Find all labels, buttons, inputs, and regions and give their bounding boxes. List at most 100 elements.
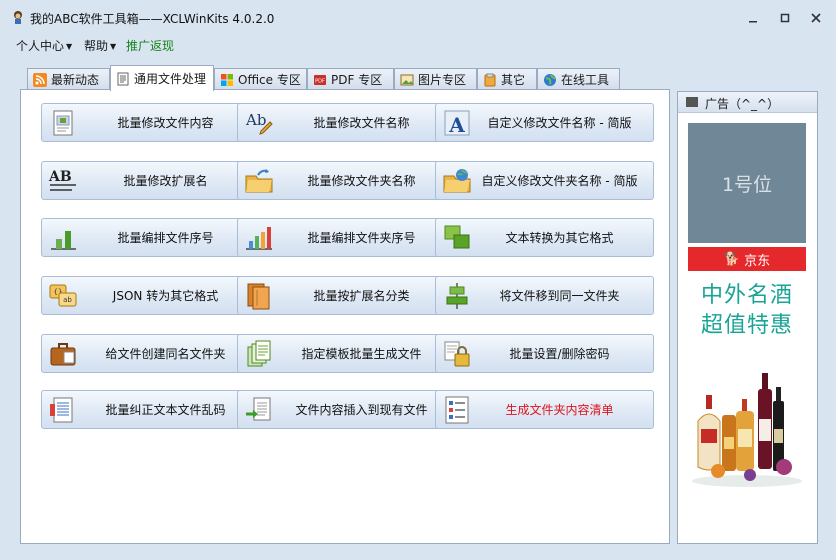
menu-personal-center[interactable]: 个人中心 ▼ (16, 37, 72, 54)
tab-label: PDF 专区 (331, 73, 383, 87)
rename-pencil-icon: Ab (245, 111, 273, 135)
button-label: 批量修改扩展名 (123, 174, 208, 188)
picture-icon (400, 74, 414, 85)
ad-slot-1-label: 1号位 (721, 173, 773, 196)
bar-green-icon (51, 231, 76, 250)
json-convert-icon: {}ab (49, 284, 77, 307)
svg-text:ab: ab (63, 296, 72, 304)
wine-bottles-image (692, 373, 802, 487)
lock-icon (444, 341, 470, 367)
menu-referral[interactable]: 推广返现 (126, 37, 174, 54)
ad-slogan: 中外名酒 超值特惠 (688, 281, 806, 341)
jd-brand-label: 京东 (744, 253, 771, 269)
ad-slogan-line1: 中外名酒 (700, 283, 793, 308)
menu-help-label: 帮助 (84, 39, 109, 53)
other-icon (484, 73, 496, 86)
custom-rename-files-button[interactable]: A 自定义修改文件名称 - 简版 (435, 103, 654, 142)
tab-online-tools[interactable]: 在线工具 (537, 68, 620, 90)
batch-number-files-button[interactable]: 批量编排文件序号 (41, 218, 260, 257)
document-icon (117, 72, 129, 85)
insert-file-icon (246, 397, 271, 421)
jd-brand-bar: 🐕 京东 (688, 247, 806, 271)
menu-help[interactable]: 帮助 ▼ (84, 37, 116, 54)
minimize-icon (749, 21, 757, 23)
bar-color-icon (246, 227, 272, 250)
button-label: 批量修改文件名称 (313, 116, 410, 130)
batch-number-folders-button[interactable]: 批量编排文件夹序号 (237, 218, 456, 257)
batch-change-extension-button[interactable]: AB 批量修改扩展名 (41, 161, 260, 200)
ab-text-icon: AB (48, 169, 76, 191)
tab-other[interactable]: 其它 (477, 68, 537, 90)
button-label: 自定义修改文件夹名称 - 简版 (481, 174, 638, 188)
batch-password-button[interactable]: 批量设置/删除密码 (435, 334, 654, 373)
minimize-button[interactable] (745, 10, 761, 26)
button-label: 指定模板批量生成文件 (301, 347, 422, 361)
custom-rename-folders-button[interactable]: 自定义修改文件夹名称 - 简版 (435, 161, 654, 200)
button-label: 批量修改文件夹名称 (307, 174, 416, 188)
maximize-button[interactable] (777, 10, 793, 26)
briefcase-icon (50, 343, 76, 366)
batch-rename-folders-button[interactable]: 批量修改文件夹名称 (237, 161, 456, 200)
insert-content-file-button[interactable]: 文件内容插入到现有文件 (237, 390, 456, 429)
text-fix-icon (50, 397, 73, 423)
button-label: 批量按扩展名分类 (313, 289, 410, 303)
chevron-down-icon: ▼ (110, 42, 117, 51)
ad-slogan-line2: 超值特惠 (700, 313, 793, 338)
template-generate-files-button[interactable]: 指定模板批量生成文件 (237, 334, 456, 373)
create-same-name-folder-button[interactable]: 给文件创建同名文件夹 (41, 334, 260, 373)
ad-panel: 广告（^_^） 1号位 🐕 京东 中外名酒 超值特惠 (677, 91, 818, 544)
title-bar: 我的ABC软件工具箱——XCLWinKits 4.0.2.0 (0, 0, 836, 34)
tab-pictures[interactable]: 图片专区 (394, 68, 477, 90)
text-convert-button[interactable]: 文本转换为其它格式 (435, 218, 654, 257)
tab-label: 通用文件处理 (134, 72, 207, 86)
globe-icon (544, 73, 556, 86)
button-label: 给文件创建同名文件夹 (105, 347, 226, 361)
button-label: 批量修改文件内容 (117, 116, 214, 130)
tools-panel: 批量修改文件内容 Ab 批量修改文件名称 A 自定义修改文件名称 - 简版 AB… (20, 89, 670, 544)
tab-label: 在线工具 (561, 73, 610, 87)
books-icon (247, 283, 270, 310)
button-label: 文件内容插入到现有文件 (295, 403, 428, 417)
ad-slot-1[interactable]: 1号位 (688, 123, 806, 243)
svg-text:Ab: Ab (245, 111, 266, 129)
close-button[interactable] (808, 10, 824, 26)
folder-globe-icon (443, 169, 471, 193)
fix-text-encoding-button[interactable]: 批量纠正文本文件乱码 (41, 390, 260, 429)
button-label: JSON 转为其它格式 (112, 289, 219, 303)
tab-label: 图片专区 (418, 73, 467, 87)
document-edit-icon (53, 110, 73, 136)
template-pages-icon (247, 340, 271, 367)
menu-bar: 个人中心 ▼ 帮助 ▼ 推广返现 (0, 34, 836, 56)
batch-edit-content-button[interactable]: 批量修改文件内容 (41, 103, 260, 142)
tab-office[interactable]: Office 专区 (214, 68, 307, 90)
tab-pdf[interactable]: PDF PDF 专区 (307, 68, 394, 90)
svg-text:PDF: PDF (315, 78, 325, 84)
maximize-icon (780, 13, 790, 23)
button-label: 批量设置/删除密码 (509, 347, 610, 361)
align-move-icon (446, 283, 468, 309)
button-label: 批量纠正文本文件乱码 (105, 403, 226, 417)
ad-header: 广告（^_^） (678, 92, 817, 113)
ad-slot-2-banner[interactable]: 🐕 京东 中外名酒 超值特惠 (688, 247, 806, 487)
folder-arrow-icon (245, 169, 273, 193)
batch-classify-extension-button[interactable]: 批量按扩展名分类 (237, 276, 456, 315)
chevron-down-icon: ▼ (66, 42, 73, 51)
batch-rename-files-button[interactable]: Ab 批量修改文件名称 (237, 103, 456, 142)
app-logo-icon (14, 11, 22, 24)
window-title: 我的ABC软件工具箱——XCLWinKits 4.0.2.0 (30, 12, 275, 26)
button-label: 将文件移到同一文件夹 (499, 289, 620, 303)
json-convert-button[interactable]: {} ab JSON 转为其它格式 (41, 276, 260, 315)
pdf-icon: PDF (314, 74, 326, 85)
ad-header-title: 广告（^_^） (705, 97, 780, 111)
tab-label: 其它 (501, 73, 526, 87)
button-label: 批量编排文件序号 (117, 231, 214, 245)
generate-folder-list-button[interactable]: 生成文件夹内容清单 (435, 390, 654, 429)
move-files-same-folder-button[interactable]: 将文件移到同一文件夹 (435, 276, 654, 315)
letter-a-icon: A (444, 110, 470, 137)
office-icon (221, 73, 233, 86)
tab-general-files[interactable]: 通用文件处理 (110, 65, 214, 91)
checklist-icon (445, 396, 469, 424)
tab-latest-news[interactable]: 最新动态 (27, 68, 110, 90)
ad-header-icon (686, 97, 698, 107)
rss-icon (33, 72, 47, 87)
